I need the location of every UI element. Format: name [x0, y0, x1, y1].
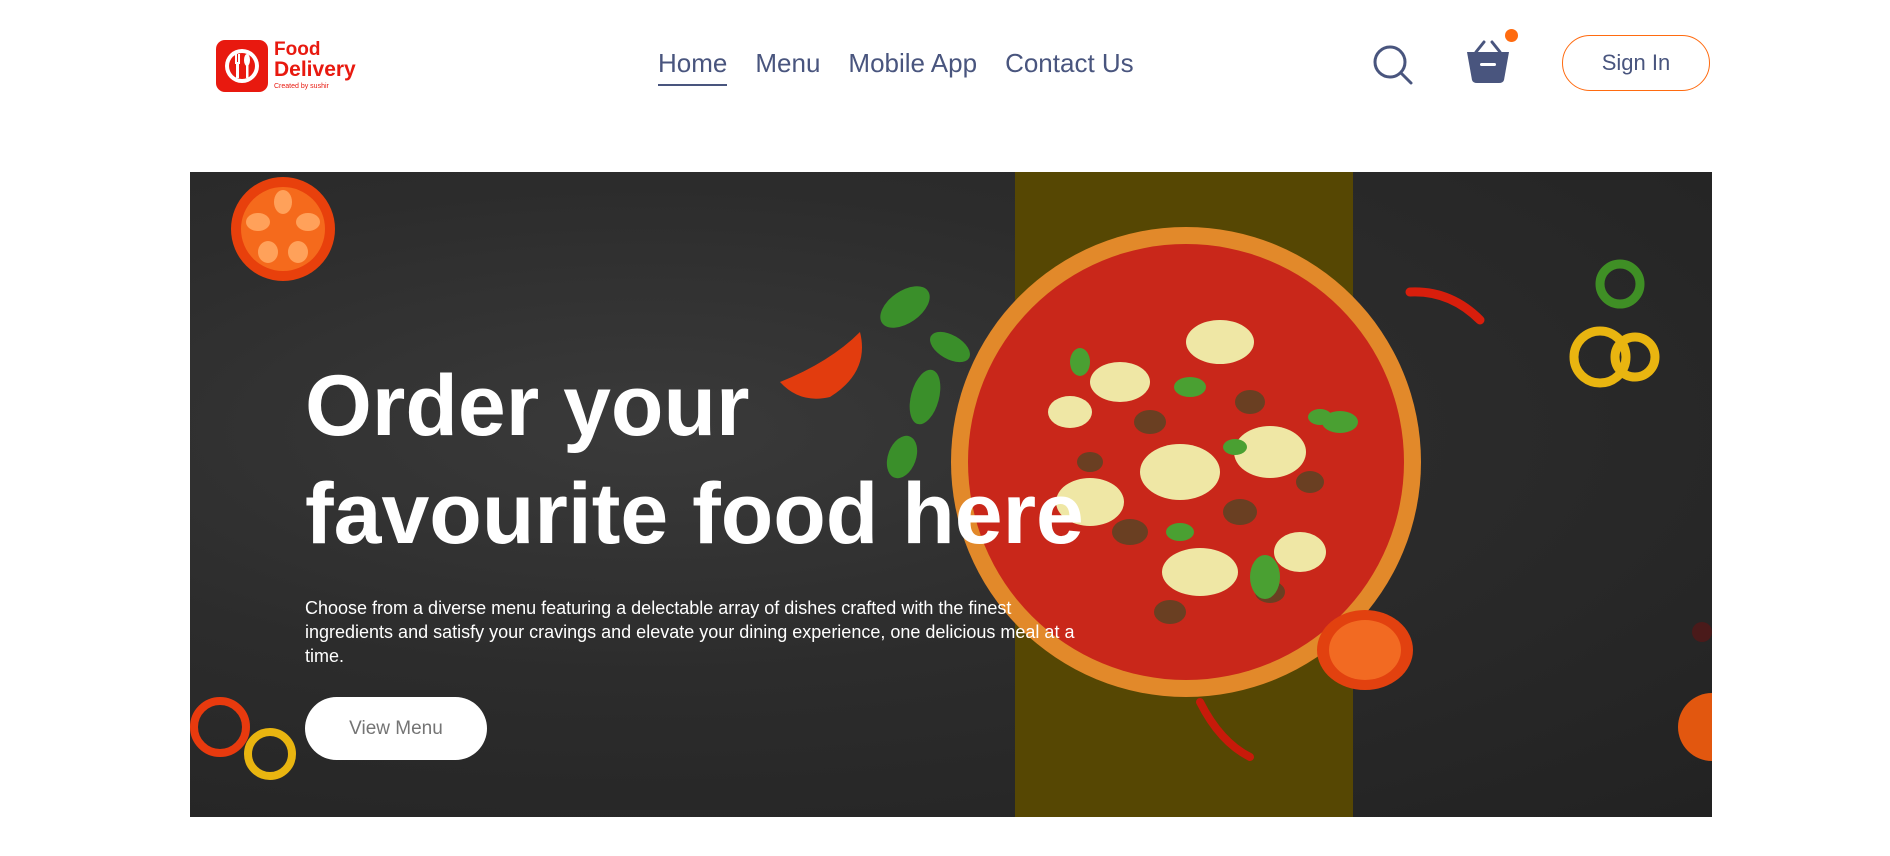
logo-tagline: Created by sushir	[274, 83, 329, 90]
basket-icon[interactable]	[1462, 36, 1514, 86]
cart-indicator-dot	[1505, 29, 1518, 42]
search-icon[interactable]	[1372, 44, 1414, 86]
nav-menu[interactable]: Menu	[755, 46, 820, 86]
hero-banner: Order your favourite food here Choose fr…	[190, 172, 1712, 817]
main-nav: Home Menu Mobile App Contact Us	[658, 46, 1162, 86]
nav-mobile-app[interactable]: Mobile App	[848, 46, 977, 86]
navbar: Food Delivery Created by sushir Home Men…	[0, 0, 1890, 130]
logo-line1: Food	[274, 39, 321, 60]
fork-spoon-icon	[216, 40, 268, 92]
nav-home[interactable]: Home	[658, 46, 728, 86]
hero-title-line1: Order your	[305, 358, 750, 454]
hero-title: Order your favourite food here	[305, 352, 1105, 568]
view-menu-button[interactable]: View Menu	[305, 697, 487, 760]
sign-in-button[interactable]: Sign In	[1562, 35, 1710, 91]
nav-contact-us[interactable]: Contact Us	[1005, 46, 1134, 86]
logo-line2: Delivery	[274, 58, 356, 81]
hero-description: Choose from a diverse menu featuring a d…	[305, 598, 1075, 666]
hero-title-line2: favourite food here	[305, 466, 1084, 562]
logo[interactable]: Food Delivery Created by sushir	[216, 40, 356, 92]
logo-text: Food Delivery Created by sushir	[274, 40, 356, 90]
